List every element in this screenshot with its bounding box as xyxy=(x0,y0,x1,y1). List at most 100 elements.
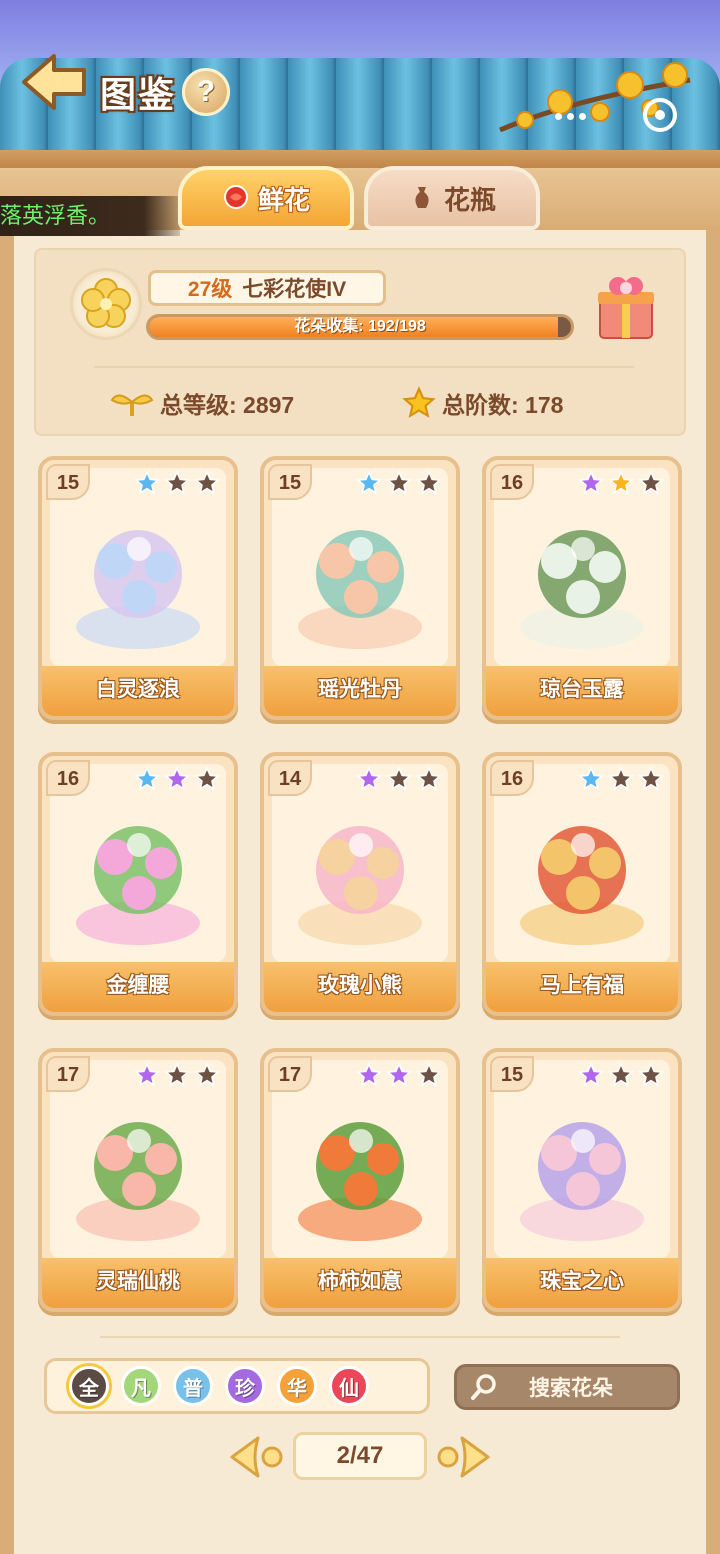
tab-label: 花瓶 xyxy=(443,184,496,215)
total-stars-label: 总阶数: 178 xyxy=(442,392,564,418)
star-icon xyxy=(164,766,190,791)
search-flowers-button[interactable]: 搜索花朵 xyxy=(454,1364,680,1410)
card-name: 珠宝之心 xyxy=(486,1258,678,1308)
tab-vases[interactable]: 花瓶 xyxy=(364,166,540,230)
card-name: 柿柿如意 xyxy=(264,1258,456,1308)
filter-all[interactable]: 全 xyxy=(69,1366,109,1406)
flower-card[interactable]: 17 柿柿如意 xyxy=(260,1048,460,1312)
filter-immortal[interactable]: 仙 xyxy=(329,1366,369,1406)
flower-emblem-icon xyxy=(81,278,131,328)
level-badge: 27级 七彩花使IV xyxy=(148,270,386,306)
card-name: 金缠腰 xyxy=(42,962,234,1012)
total-stars-stat: 总阶数: 178 xyxy=(402,386,563,420)
star-icon xyxy=(386,1062,412,1087)
card-star-rating xyxy=(134,470,220,496)
card-name: 玫瑰小熊 xyxy=(264,962,456,1012)
card-star-rating xyxy=(578,1062,664,1088)
flower-illustration xyxy=(60,504,216,664)
star-icon xyxy=(356,1062,382,1087)
card-name: 白灵逐浪 xyxy=(42,666,234,716)
filter-ordinary[interactable]: 普 xyxy=(173,1366,213,1406)
star-icon xyxy=(578,1062,604,1087)
star-icon xyxy=(194,1062,220,1087)
more-options-button[interactable] xyxy=(548,104,592,128)
total-level-stat: 总等级: 2897 xyxy=(110,386,294,420)
card-name: 灵瑞仙桃 xyxy=(42,1258,234,1308)
filter-splendid[interactable]: 华 xyxy=(277,1366,317,1406)
flower-card[interactable]: 15 瑶光牡丹 xyxy=(260,456,460,720)
star-icon xyxy=(402,386,436,418)
card-star-rating xyxy=(134,1062,220,1088)
flower-illustration xyxy=(282,504,438,664)
close-target-button[interactable] xyxy=(643,98,677,132)
sprout-icon xyxy=(110,394,154,416)
star-icon xyxy=(416,766,442,791)
flower-card[interactable]: 15 白灵逐浪 xyxy=(38,456,238,720)
help-button[interactable]: ? xyxy=(182,68,230,116)
card-star-rating xyxy=(356,470,442,496)
rank-emblem xyxy=(70,268,142,340)
rank-title: 七彩花使IV xyxy=(242,278,347,301)
card-level: 16 xyxy=(46,760,90,796)
progress-label: 花朵收集: 192/198 xyxy=(294,318,426,335)
star-icon xyxy=(608,470,634,495)
flower-card[interactable]: 15 珠宝之心 xyxy=(482,1048,682,1312)
card-level: 16 xyxy=(490,760,534,796)
flower-illustration xyxy=(504,504,660,664)
rose-icon xyxy=(223,185,248,209)
card-level: 17 xyxy=(268,1056,312,1092)
card-name: 马上有福 xyxy=(486,962,678,1012)
flower-card[interactable]: 16 金缠腰 xyxy=(38,752,238,1016)
rarity-filter-bar: 全 凡 普 珍 华 仙 xyxy=(44,1358,430,1414)
card-star-rating xyxy=(356,1062,442,1088)
card-level: 17 xyxy=(46,1056,90,1092)
star-icon xyxy=(194,470,220,495)
dot-icon xyxy=(566,112,574,120)
card-star-rating xyxy=(356,766,442,792)
collection-summary: 27级 七彩花使IV 花朵收集: 192/198 总等级: 2897 总阶数: … xyxy=(34,248,686,436)
card-level: 15 xyxy=(490,1056,534,1092)
search-icon xyxy=(471,1374,496,1400)
flower-illustration xyxy=(282,800,438,960)
back-arrow-icon[interactable] xyxy=(18,50,90,114)
card-level: 15 xyxy=(46,464,90,500)
gift-box-icon[interactable] xyxy=(594,272,658,342)
flower-card[interactable]: 17 灵瑞仙桃 xyxy=(38,1048,238,1312)
star-icon xyxy=(164,1062,190,1087)
dot-icon xyxy=(554,112,562,120)
star-icon xyxy=(386,470,412,495)
star-icon xyxy=(608,1062,634,1087)
flower-card[interactable]: 16 马上有福 xyxy=(482,752,682,1016)
card-level: 14 xyxy=(268,760,312,796)
card-level: 16 xyxy=(490,464,534,500)
card-star-rating xyxy=(134,766,220,792)
card-star-rating xyxy=(578,766,664,792)
star-icon xyxy=(134,470,160,495)
flower-card[interactable]: 16 琼台玉露 xyxy=(482,456,682,720)
search-placeholder: 搜索花朵 xyxy=(529,1377,613,1400)
star-icon xyxy=(134,766,160,791)
card-star-rating xyxy=(578,470,664,496)
tab-fresh-flowers[interactable]: 鲜花 xyxy=(178,166,354,230)
flower-illustration xyxy=(504,800,660,960)
card-name: 瑶光牡丹 xyxy=(264,666,456,716)
card-level: 15 xyxy=(268,464,312,500)
filter-common[interactable]: 凡 xyxy=(121,1366,161,1406)
page-title: 图鉴 xyxy=(100,74,177,115)
star-icon xyxy=(164,470,190,495)
flower-card[interactable]: 14 玫瑰小熊 xyxy=(260,752,460,1016)
star-icon xyxy=(356,470,382,495)
previous-page-button[interactable] xyxy=(228,1432,286,1482)
star-icon xyxy=(638,1062,664,1087)
star-icon xyxy=(386,766,412,791)
card-name: 琼台玉露 xyxy=(486,666,678,716)
next-page-button[interactable] xyxy=(434,1432,492,1482)
page-indicator: 2/47 xyxy=(293,1432,427,1480)
star-icon xyxy=(578,470,604,495)
filter-rare[interactable]: 珍 xyxy=(225,1366,265,1406)
ticker-text: 落英浮香。 xyxy=(0,196,180,236)
flower-illustration xyxy=(60,1096,216,1256)
tab-label: 鲜花 xyxy=(257,184,310,215)
star-icon xyxy=(608,766,634,791)
player-level: 27级 xyxy=(187,278,233,301)
